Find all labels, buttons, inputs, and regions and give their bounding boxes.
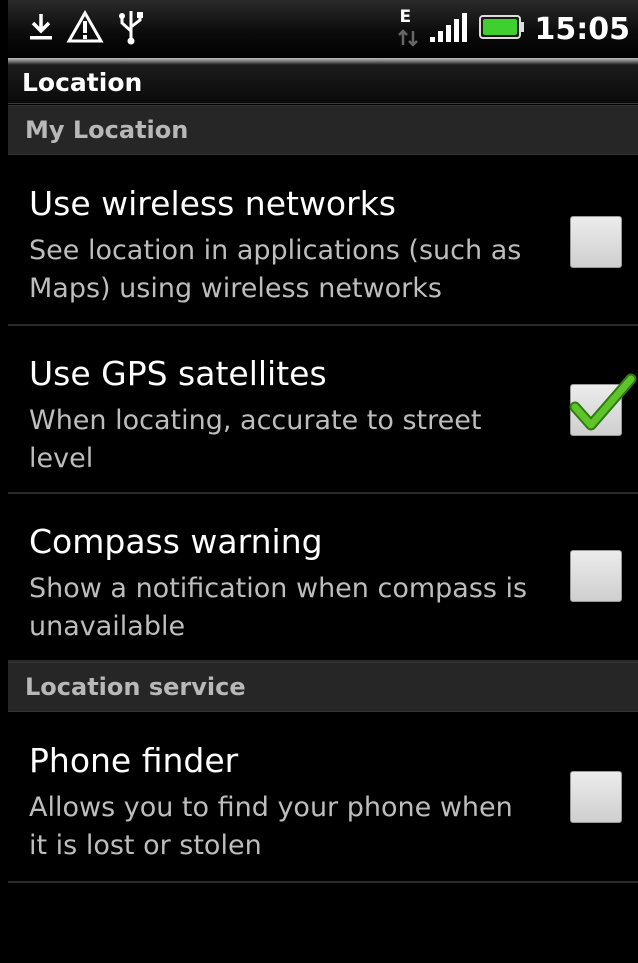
setting-use-gps-satellites[interactable]: Use GPS satellites When locating, accura… xyxy=(8,326,638,494)
setting-title: Phone finder xyxy=(29,741,239,780)
setting-title: Compass warning xyxy=(29,522,323,561)
page-title: Location xyxy=(22,68,143,97)
data-arrows-icon: E xyxy=(397,7,419,49)
setting-title: Use GPS satellites xyxy=(29,354,327,393)
setting-phone-finder[interactable]: Phone finder Allows you to find your pho… xyxy=(8,713,638,883)
setting-compass-warning[interactable]: Compass warning Show a notification when… xyxy=(8,494,638,662)
compass-warning-checkbox[interactable] xyxy=(570,550,622,602)
download-icon xyxy=(28,12,54,46)
screen: E 15:05 Location My Location Use wireles… xyxy=(8,0,638,963)
usb-icon xyxy=(116,9,146,49)
setting-use-wireless-networks[interactable]: Use wireless networks See location in ap… xyxy=(8,156,638,326)
section-header-label: My Location xyxy=(25,116,189,144)
section-header-location-service: Location service xyxy=(8,662,638,712)
title-bar: Location xyxy=(8,58,638,104)
wireless-networks-checkbox[interactable] xyxy=(570,216,622,268)
signal-icon xyxy=(429,11,469,47)
check-mark-icon xyxy=(569,373,637,431)
setting-subtitle: Show a notification when compass is unav… xyxy=(29,573,528,642)
battery-icon xyxy=(478,14,525,44)
gps-satellites-checkbox[interactable] xyxy=(569,373,637,436)
setting-title: Use wireless networks xyxy=(29,184,396,223)
status-bar: E 15:05 xyxy=(8,0,638,58)
setting-subtitle: When locating, accurate to street level xyxy=(29,405,482,474)
setting-subtitle: See location in applications (such as Ma… xyxy=(29,235,522,304)
phone-finder-checkbox[interactable] xyxy=(570,771,622,823)
warning-icon xyxy=(66,9,104,48)
network-type-label: E xyxy=(399,7,412,27)
section-header-my-location: My Location xyxy=(8,105,638,155)
clock-time: 15:05 xyxy=(534,11,631,47)
section-header-label: Location service xyxy=(25,673,246,701)
setting-subtitle: Allows you to find your phone when it is… xyxy=(29,792,513,861)
